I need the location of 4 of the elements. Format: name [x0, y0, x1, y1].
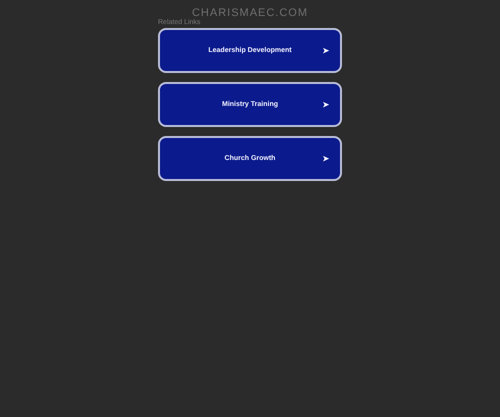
- arrow-icon: ➤: [322, 154, 330, 163]
- arrow-icon: ➤: [322, 46, 330, 55]
- arrow-icon: ➤: [322, 100, 330, 109]
- site-title: CHARISMAEC.COM: [192, 6, 308, 19]
